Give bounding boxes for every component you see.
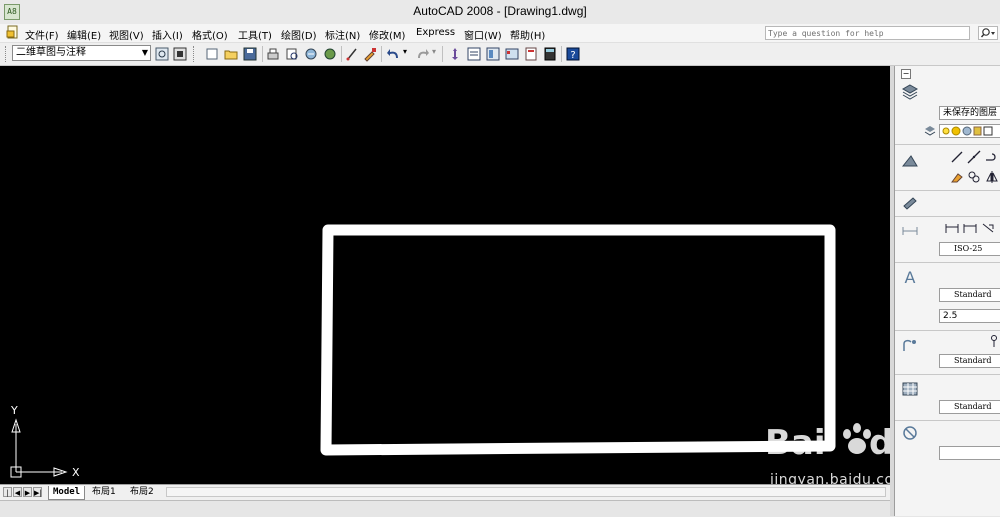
sheet-set-icon[interactable] (523, 46, 539, 62)
table-icon[interactable] (901, 380, 919, 398)
toolbar-grip[interactable] (193, 46, 196, 62)
layer-state-icons (942, 126, 993, 136)
drawn-rectangle[interactable] (320, 224, 836, 456)
cut-icon[interactable] (344, 46, 360, 62)
dimension-style-dropdown[interactable]: ISO-25 (939, 242, 1000, 256)
chevron-down-icon: ▼ (141, 48, 148, 57)
collapse-icon[interactable]: − (901, 69, 911, 79)
wrench-icon[interactable] (901, 424, 919, 442)
menu-dimension[interactable]: 标注(N) (325, 27, 360, 42)
tab-layout2[interactable]: 布局2 (126, 486, 158, 499)
menu-window[interactable]: 窗口(W) (464, 27, 502, 42)
help-icon[interactable]: ? (565, 46, 581, 62)
dashboard-panel: − 未保存的图层 ISO-25 A Standard 2.5 Standard (894, 66, 1000, 516)
undo-icon[interactable] (386, 46, 402, 62)
help-search-input[interactable]: Type a question for help (765, 26, 970, 40)
design-center-icon[interactable] (485, 46, 501, 62)
horizontal-scrollbar[interactable] (166, 487, 886, 497)
pan-icon[interactable] (447, 46, 463, 62)
menu-view[interactable]: 视图(V) (109, 27, 144, 42)
layer-dropdown[interactable]: 未保存的图层 (939, 106, 1000, 120)
dimension-icon[interactable] (901, 222, 919, 240)
angular-dimension-icon[interactable] (981, 221, 995, 235)
layer-control[interactable] (939, 124, 1000, 138)
tab-layout1[interactable]: 布局1 (88, 486, 120, 499)
workspace-label: 二维草图与注释 (16, 47, 86, 58)
tab-first-icon[interactable]: |◀ (3, 487, 12, 507)
print-icon[interactable] (265, 46, 281, 62)
workspace-settings-icon[interactable] (154, 46, 170, 62)
menu-format[interactable]: 格式(O) (192, 27, 228, 42)
workspace-dropdown[interactable]: 二维草图与注释 ▼ (12, 45, 151, 61)
multileader-icon[interactable] (901, 336, 919, 354)
text-icon[interactable]: A (901, 268, 919, 286)
2d-draw-icon[interactable] (901, 152, 919, 170)
svg-text:Bai: Bai (765, 423, 826, 463)
polyline-icon[interactable] (985, 150, 999, 164)
menu-modify[interactable]: 修改(M) (369, 27, 405, 42)
menu-edit[interactable]: 编辑(E) (67, 27, 101, 42)
text-style-dropdown[interactable]: Standard (939, 288, 1000, 302)
table-style-dropdown[interactable]: Standard (939, 400, 1000, 414)
search-icon (980, 28, 995, 38)
workspace-icon[interactable] (172, 46, 188, 62)
tab-prev-icon[interactable]: ◀ (13, 487, 22, 497)
drawing-svg (10, 224, 836, 478)
tab-last-icon[interactable]: ▶| (33, 487, 42, 497)
3d-dwf-icon[interactable] (322, 46, 338, 62)
menu-express[interactable]: Express (416, 27, 455, 38)
construction-line-icon[interactable] (967, 150, 981, 164)
menu-file[interactable]: 文件(F) (25, 27, 59, 42)
tab-next-icon[interactable]: ▶ (23, 487, 32, 497)
settings-field[interactable] (939, 446, 1000, 460)
svg-text:A: A (905, 268, 916, 286)
menu-draw[interactable]: 绘图(D) (281, 27, 317, 42)
ucs-icon (10, 418, 68, 478)
tab-model[interactable]: Model (48, 486, 86, 500)
annotation-scaling-icon[interactable] (901, 194, 919, 212)
eraser-icon[interactable] (950, 170, 964, 184)
command-line-bar[interactable] (0, 500, 1000, 517)
svg-text:?: ? (570, 50, 575, 61)
redo-dropdown-icon[interactable]: ▾ (432, 47, 436, 56)
aligned-dimension-icon[interactable] (963, 221, 977, 235)
drawing-area[interactable]: Y X Bai du 经验 jingyan.baidu.com (0, 66, 959, 488)
layer-state-icon[interactable] (923, 124, 937, 138)
title-bar: A8 AutoCAD 2008 - [Drawing1.dwg] (0, 0, 1000, 25)
layers-icon[interactable] (901, 83, 919, 101)
multileader-style-dropdown[interactable]: Standard (939, 354, 1000, 368)
calculator-icon[interactable] (542, 46, 558, 62)
match-properties-icon[interactable] (362, 46, 378, 62)
copy-icon[interactable] (967, 170, 981, 184)
ucs-y-label: Y (11, 404, 18, 417)
line-icon[interactable] (950, 150, 964, 164)
standard-toolbar: 二维草图与注释 ▼ ▾ ▾ ? (0, 42, 1000, 66)
layout-tab-bar: |◀ ◀ ▶ ▶| Model 布局1 布局2 (0, 484, 890, 507)
properties-icon[interactable] (466, 46, 482, 62)
tool-palettes-icon[interactable] (504, 46, 520, 62)
add-leader-icon[interactable] (989, 334, 1000, 348)
text-height-field[interactable]: 2.5 (939, 309, 1000, 323)
ucs-x-label: X (72, 466, 80, 479)
save-icon[interactable] (242, 46, 258, 62)
undo-dropdown-icon[interactable]: ▾ (403, 47, 407, 56)
toolbar-grip[interactable] (5, 46, 8, 62)
redo-icon[interactable] (414, 46, 430, 62)
help-search-button[interactable] (978, 26, 998, 40)
plot-preview-icon[interactable] (284, 46, 300, 62)
menu-help[interactable]: 帮助(H) (510, 27, 545, 42)
linear-dimension-icon[interactable] (945, 221, 959, 235)
mirror-icon[interactable] (985, 170, 999, 184)
menu-tools[interactable]: 工具(T) (238, 27, 272, 42)
window-title: AutoCAD 2008 - [Drawing1.dwg] (413, 4, 587, 18)
open-folder-icon[interactable] (223, 46, 239, 62)
menu-insert[interactable]: 插入(I) (152, 27, 183, 42)
new-file-icon[interactable] (204, 46, 220, 62)
publish-icon[interactable] (303, 46, 319, 62)
document-menu-icon[interactable] (6, 25, 20, 39)
